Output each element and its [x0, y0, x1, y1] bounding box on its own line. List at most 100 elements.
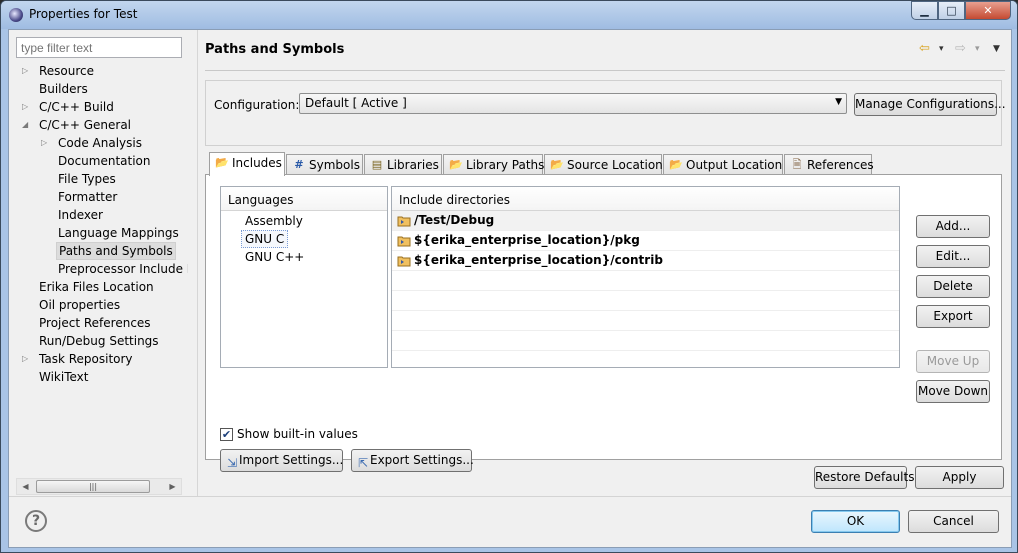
chevron-down-icon: ▼ [835, 97, 842, 107]
forward-arrow-icon[interactable]: ⇨ [955, 40, 966, 58]
expand-cpp-build-icon[interactable]: ▷ [22, 98, 30, 116]
tree-item-code-analysis[interactable]: Code Analysis [58, 134, 142, 152]
import-icon: ⇲ [227, 456, 238, 470]
language-item-gnu-c[interactable]: GNU C [241, 230, 289, 248]
folder-library-icon: 📂 [449, 158, 463, 171]
pane-divider[interactable] [197, 30, 198, 496]
restore-defaults-button[interactable]: Restore Defaults [814, 466, 914, 489]
tree-item-project-references[interactable]: Project References [39, 314, 151, 332]
back-menu-icon[interactable]: ▾ [939, 40, 944, 58]
move-down-button[interactable]: Move Down [916, 380, 990, 403]
tab-symbols[interactable]: # Symbols [286, 154, 363, 175]
include-folder-icon [397, 256, 411, 267]
include-row[interactable]: ${erika_enterprise_location}/contrib [392, 251, 899, 271]
tab-output-location[interactable]: 📂 Output Location [663, 154, 783, 175]
minimize-button[interactable]: ▁ [911, 1, 938, 20]
tab-libraries[interactable]: ▤ Libraries [364, 154, 442, 175]
help-icon[interactable]: ? [25, 510, 47, 532]
add-button[interactable]: Add... [916, 215, 990, 238]
folder-output-icon: 📂 [669, 158, 683, 171]
maximize-button[interactable]: □ [938, 1, 965, 20]
window-controls: ▁ □ ✕ [911, 1, 1011, 21]
empty-row [392, 271, 899, 291]
edit-button[interactable]: Edit... [916, 245, 990, 268]
close-button[interactable]: ✕ [965, 1, 1011, 20]
hash-icon: # [294, 158, 304, 171]
show-builtin-label[interactable]: Show built-in values [237, 427, 358, 441]
show-builtin-checkbox[interactable]: ✔ [220, 428, 233, 441]
tree-item-run-debug-settings[interactable]: Run/Debug Settings [39, 332, 159, 350]
scroll-right-icon[interactable]: ▶ [164, 479, 181, 494]
tree-item-file-types[interactable]: File Types [58, 170, 116, 188]
includes-panel: Languages Assembly GNU C GNU C++ Include… [205, 174, 1002, 472]
tree-item-resource[interactable]: Resource [39, 62, 94, 80]
collapse-cpp-general-icon[interactable]: ◢ [22, 116, 30, 134]
include-row[interactable]: ${erika_enterprise_location}/pkg [392, 231, 899, 251]
view-menu-icon[interactable]: ▼ [993, 40, 1000, 58]
tree-item-erika-files-location[interactable]: Erika Files Location [39, 278, 154, 296]
scroll-thumb[interactable]: ||| [36, 480, 150, 493]
empty-row [392, 331, 899, 351]
tree-item-preprocessor-include[interactable]: Preprocessor Include Pa [58, 260, 188, 278]
window-title: Properties for Test [29, 7, 138, 21]
include-folder-icon [397, 216, 411, 227]
tree-item-formatter[interactable]: Formatter [58, 188, 117, 206]
tree-item-language-mappings[interactable]: Language Mappings [58, 224, 179, 242]
tree-item-documentation[interactable]: Documentation [58, 152, 151, 170]
tree-item-builders[interactable]: Builders [39, 80, 88, 98]
tree-item-task-repository[interactable]: Task Repository [39, 350, 133, 368]
tree-item-oil-properties[interactable]: Oil properties [39, 296, 120, 314]
tab-source-location-label: Source Location [567, 158, 663, 172]
include-row[interactable]: /Test/Debug [392, 211, 899, 231]
configuration-value: Default [ Active ] [305, 96, 407, 110]
folder-source-icon: 📂 [550, 158, 564, 171]
dialog-body: ▷ Resource Builders ▷ C/C++ Build ◢ C/C+… [8, 29, 1012, 548]
tree-item-wikitext[interactable]: WikiText [39, 368, 89, 386]
filter-input[interactable] [16, 37, 182, 58]
tree-item-cpp-build[interactable]: C/C++ Build [39, 98, 114, 116]
tab-references[interactable]: 🗎 References [784, 154, 874, 175]
empty-row [392, 351, 899, 367]
scroll-left-icon[interactable]: ◀ [17, 479, 34, 494]
export-settings-button[interactable]: ⇱ Export Settings... [351, 449, 474, 472]
header-separator [205, 70, 1005, 71]
expand-resource-icon[interactable]: ▷ [22, 62, 30, 80]
empty-row [392, 291, 899, 311]
language-item-assembly[interactable]: Assembly [245, 212, 303, 230]
configuration-select[interactable]: Default [ Active ] ▼ [299, 93, 847, 114]
forward-menu-icon[interactable]: ▾ [975, 40, 980, 58]
property-tree: ▷ Resource Builders ▷ C/C++ Build ◢ C/C+… [16, 62, 188, 476]
tab-source-location[interactable]: 📂 Source Location [544, 154, 663, 175]
manage-configurations-button[interactable]: Manage Configurations... [854, 93, 1006, 116]
include-folder-icon [397, 236, 411, 247]
tree-item-cpp-general[interactable]: C/C++ General [39, 116, 131, 134]
expand-code-analysis-icon[interactable]: ▷ [41, 134, 49, 152]
configuration-label: Configuration: [214, 98, 300, 112]
languages-header: Languages [221, 187, 387, 211]
tree-item-paths-and-symbols[interactable]: Paths and Symbols [56, 242, 176, 260]
tab-libraries-label: Libraries [387, 158, 439, 172]
cancel-button[interactable]: Cancel [908, 510, 999, 533]
tab-library-paths[interactable]: 📂 Library Paths [443, 154, 544, 175]
tab-symbols-label: Symbols [309, 158, 360, 172]
library-icon: ▤ [371, 158, 383, 171]
language-item-gnu-cpp[interactable]: GNU C++ [245, 248, 304, 266]
reference-page-icon: 🗎 [792, 158, 802, 171]
back-arrow-icon[interactable]: ⇦ [919, 40, 930, 58]
delete-button[interactable]: Delete [916, 275, 990, 298]
export-button[interactable]: Export [916, 305, 990, 328]
include-directories-list: Include directories /Test/Debug ${erika_… [391, 186, 900, 368]
tree-item-indexer[interactable]: Indexer [58, 206, 103, 224]
configuration-group: Configuration: Default [ Active ] ▼ Mana… [205, 80, 1006, 146]
folder-include-icon: 📂 [215, 156, 229, 169]
tree-horizontal-scrollbar[interactable]: ◀ ||| ▶ [16, 478, 182, 495]
move-up-button[interactable]: Move Up [916, 350, 990, 373]
apply-button[interactable]: Apply [915, 466, 1004, 489]
property-tree-pane: ▷ Resource Builders ▷ C/C++ Build ◢ C/C+… [9, 30, 193, 496]
expand-task-repository-icon[interactable]: ▷ [22, 350, 30, 368]
import-settings-button[interactable]: ⇲ Import Settings... [220, 449, 343, 472]
tab-includes[interactable]: 📂 Includes [209, 152, 285, 176]
ok-button[interactable]: OK [811, 510, 900, 533]
include-path: ${erika_enterprise_location}/contrib [414, 253, 663, 267]
tab-includes-label: Includes [232, 156, 282, 170]
